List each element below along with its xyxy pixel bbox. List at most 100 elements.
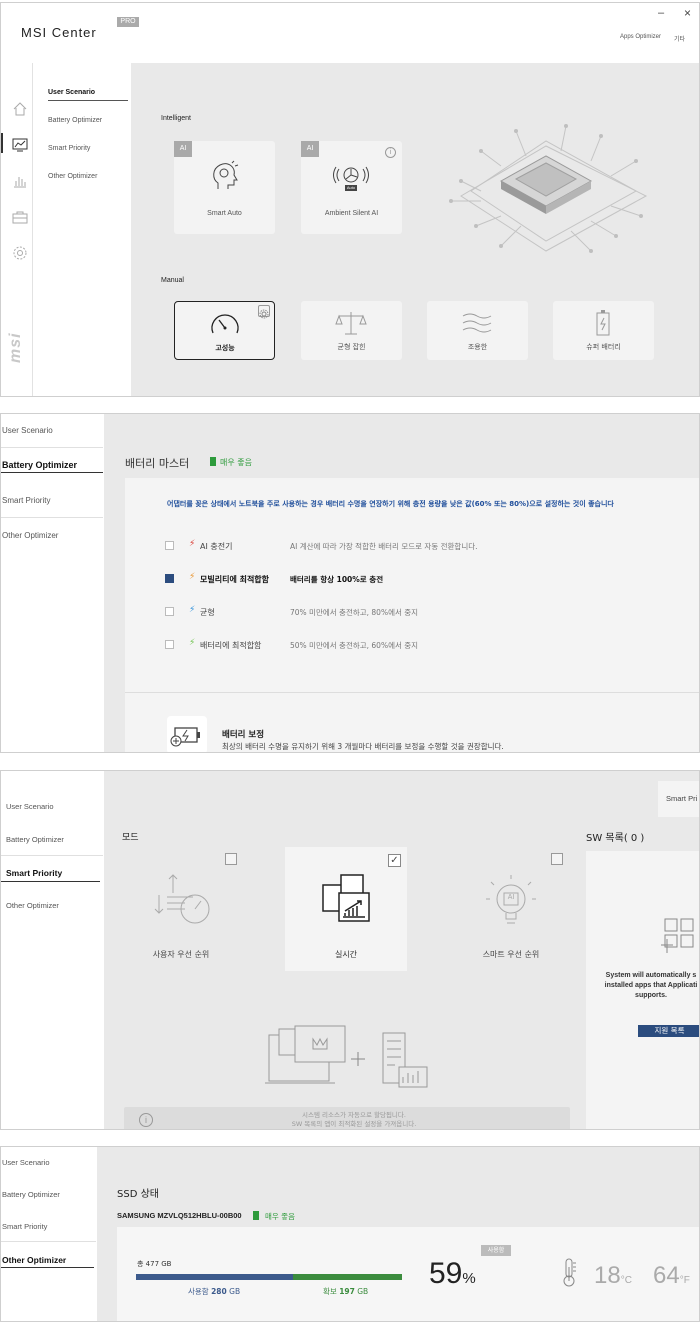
- battery-notice: 어댑터를 꽂은 상태에서 노트북을 주로 사용하는 경우 배터리 수명을 연장하…: [167, 500, 614, 508]
- calibration-icon: [167, 716, 207, 752]
- option-checkbox[interactable]: [165, 607, 174, 616]
- option-name: 균형: [200, 608, 215, 617]
- usage-percent-value: 59: [429, 1257, 463, 1290]
- minimize-button[interactable]: –: [658, 7, 664, 19]
- gear-icon[interactable]: [12, 245, 28, 266]
- realtime-window-icon: [321, 873, 373, 930]
- apps-optimizer-link[interactable]: Apps Optimizer: [620, 34, 661, 40]
- nav-other-optimizer[interactable]: Other Optimizer: [6, 901, 59, 910]
- nav-other-optimizer[interactable]: Other Optimizer: [2, 531, 58, 540]
- mode-label: 슈퍼 배터리: [586, 343, 621, 351]
- mode-high-performance[interactable]: 고성능: [174, 301, 275, 360]
- bolt-icon: ⚡: [189, 638, 196, 648]
- bar-chart-icon[interactable]: [12, 173, 28, 194]
- usage-tag: 사용함: [481, 1245, 511, 1256]
- mode-checkbox[interactable]: [225, 853, 237, 865]
- smart-auto-card[interactable]: AI Smart Auto: [174, 141, 275, 234]
- mode-silent[interactable]: 조용한: [427, 301, 528, 360]
- nav-user-scenario[interactable]: User Scenario: [2, 426, 53, 435]
- nav-smart-priority[interactable]: Smart Priority: [6, 868, 62, 878]
- nav-user-scenario[interactable]: User Scenario: [6, 802, 54, 811]
- msi-logo: msi: [7, 332, 24, 363]
- free-unit: GB: [357, 1287, 369, 1296]
- nav-user-scenario[interactable]: User Scenario: [48, 89, 95, 96]
- info-icon[interactable]: i: [385, 147, 396, 158]
- option-name: 배터리에 최적합함: [200, 641, 262, 650]
- monitor-chart-icon[interactable]: [12, 137, 28, 158]
- other-optimizer-window: User Scenario Battery Optimizer Smart Pr…: [0, 1146, 700, 1322]
- option-name: 모빌리티에 최적합함: [200, 575, 270, 584]
- ssd-model: SAMSUNG MZVLQ512HBLU-00B00: [117, 1211, 242, 1220]
- mode-checkbox[interactable]: [551, 853, 563, 865]
- fan-auto-label: Auto: [346, 185, 356, 190]
- nav-user-scenario[interactable]: User Scenario: [2, 1158, 50, 1167]
- divider: [1, 855, 103, 856]
- laptop-plus-apps-illustration: [265, 1025, 435, 1096]
- brain-head-icon: [208, 159, 242, 198]
- nav-smart-priority[interactable]: Smart Priority: [2, 496, 50, 505]
- free-value: 197: [339, 1287, 355, 1296]
- user-scenario-window: MSI Center PRO – × Apps Optimizer 기타 msi…: [0, 2, 700, 397]
- usage-percent: 59%: [429, 1257, 476, 1291]
- mode-checkbox-checked[interactable]: ✓: [388, 854, 401, 867]
- active-underline: [1, 1267, 94, 1268]
- mode-label: 실시간: [334, 950, 358, 959]
- temp-c-value: 18: [594, 1262, 621, 1289]
- divider: [1, 517, 103, 518]
- ssd-usage-bar: [136, 1274, 402, 1280]
- active-underline: [1, 881, 100, 882]
- temp-f-value: 64: [653, 1262, 680, 1289]
- smart-priority-top-button[interactable]: Smart Pri: [658, 781, 699, 817]
- thermometer-icon: [561, 1257, 577, 1292]
- mode-super-battery[interactable]: 슈퍼 배터리: [553, 301, 654, 360]
- smart-priority-window: User Scenario Battery Optimizer Smart Pr…: [0, 770, 700, 1130]
- bolt-icon: ⚡: [189, 572, 196, 582]
- support-list-button[interactable]: 지원 목록: [638, 1025, 699, 1037]
- nav-smart-priority[interactable]: Smart Priority: [2, 1222, 47, 1231]
- nav-battery-optimizer[interactable]: Battery Optimizer: [6, 835, 64, 844]
- nav-battery-optimizer[interactable]: Battery Optimizer: [48, 117, 102, 124]
- nav-battery-optimizer[interactable]: Battery Optimizer: [2, 1190, 60, 1199]
- nav-smart-priority[interactable]: Smart Priority: [48, 145, 90, 152]
- pro-badge: PRO: [117, 17, 139, 27]
- option-checkbox[interactable]: [165, 541, 174, 550]
- nav-other-optimizer[interactable]: Other Optimizer: [2, 1255, 66, 1265]
- ambient-silent-card[interactable]: AI i Auto Ambient Silent AI: [301, 141, 402, 234]
- settings-gear-icon[interactable]: [258, 305, 270, 319]
- ssd-card: 총 477 GB 사용함 280 GB 확보 197 GB 사용함 59% 18…: [117, 1227, 699, 1321]
- temp-c-unit: °C: [620, 1275, 632, 1286]
- nav-battery-optimizer[interactable]: Battery Optimizer: [2, 460, 77, 470]
- user-priority-icon: [149, 871, 213, 934]
- calibration-title: 배터리 보정: [222, 730, 265, 740]
- ssd-status: 매우 좋음: [265, 1212, 295, 1221]
- home-icon[interactable]: [12, 101, 28, 122]
- other-link[interactable]: 기타: [674, 34, 685, 43]
- app-title: MSI Center: [21, 25, 97, 40]
- icon-rail: msi: [1, 63, 33, 396]
- option-checkbox[interactable]: [165, 574, 174, 583]
- calibration-desc: 최상의 배터리 수명을 유지하기 위해 3 개월마다 배터리를 보정을 수행할 …: [222, 742, 504, 751]
- used-unit: GB: [229, 1287, 241, 1296]
- scale-icon: [335, 310, 367, 341]
- ai-badge: AI: [174, 141, 192, 157]
- mode-label: 사용자 우선 순위: [152, 950, 210, 959]
- active-underline: [48, 100, 128, 101]
- ssd-status-title: SSD 상태: [117, 1189, 159, 1200]
- sw-list-panel: System will automatically s installed ap…: [586, 851, 699, 1129]
- used-legend: 사용함 280 GB: [188, 1286, 240, 1297]
- option-checkbox[interactable]: [165, 640, 174, 649]
- nav-other-optimizer[interactable]: Other Optimizer: [48, 173, 97, 180]
- intelligent-heading: Intelligent: [161, 115, 191, 122]
- speedometer-icon: [209, 311, 241, 342]
- used-value: 280: [211, 1287, 227, 1296]
- close-button[interactable]: ×: [684, 6, 691, 20]
- option-desc: 50% 미만에서 충전하고, 60%에서 중지: [290, 641, 419, 650]
- free-legend: 확보 197 GB: [323, 1286, 368, 1297]
- mode-label: 균형 잡힌: [337, 343, 366, 351]
- toolbox-icon[interactable]: [12, 209, 28, 230]
- app-grid-icon: [659, 917, 695, 960]
- manual-heading: Manual: [161, 277, 184, 284]
- mode-balanced[interactable]: 균형 잡힌: [301, 301, 402, 360]
- active-underline: [1, 472, 103, 473]
- mode-card-realtime[interactable]: ✓ 실시간: [285, 847, 407, 971]
